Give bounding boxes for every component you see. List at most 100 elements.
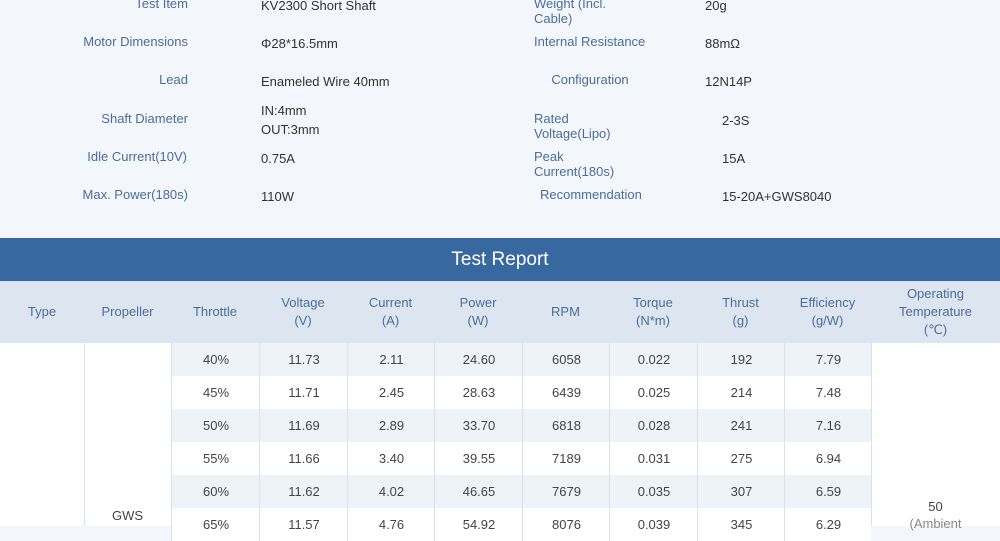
thrust-cell: 345 [697, 508, 785, 541]
column-header-throttle: Throttle [192, 304, 238, 319]
current-cell: 2.89 [347, 409, 435, 442]
spec-row: Motor Dimensions Φ28*16.5mm Internal Res… [0, 34, 1000, 54]
column-header-voltage: Voltage (V) [281, 295, 325, 328]
column-header-torque: Torque (N*m) [633, 295, 673, 328]
table-row: 40% 11.73 2.11 24.60 6058 0.022 192 7.79 [171, 343, 871, 376]
thrust-cell: 307 [697, 475, 785, 508]
thrust-cell: 214 [697, 376, 785, 409]
torque-cell: 0.039 [609, 508, 698, 541]
throttle-cell: 65% [171, 508, 260, 541]
voltage-cell: 11.73 [259, 343, 348, 376]
temperature-note: (Ambient [909, 516, 962, 531]
spec-label: Weight (Incl. Cable) [534, 0, 607, 26]
power-cell: 39.55 [434, 442, 523, 475]
column-header-thrust: Thrust (g) [722, 295, 759, 328]
spec-label: Max. Power(180s) [82, 187, 188, 202]
spec-label: Internal Resistance [534, 34, 646, 49]
spec-value: IN:4mm OUT:3mm [261, 103, 320, 137]
current-cell: 4.02 [347, 475, 435, 508]
spec-value: 15A [722, 151, 746, 166]
efficiency-cell: 6.59 [784, 475, 872, 508]
torque-cell: 0.035 [609, 475, 698, 508]
rpm-cell: 6058 [522, 343, 610, 376]
spec-value: 110W [261, 189, 294, 204]
voltage-cell: 11.69 [259, 409, 348, 442]
table-row: 50% 11.69 2.89 33.70 6818 0.028 241 7.16 [171, 409, 871, 442]
thrust-cell: 241 [697, 409, 785, 442]
spec-value: Φ28*16.5mm [261, 36, 338, 51]
spec-label: Test Item [135, 0, 188, 11]
voltage-cell: 11.66 [259, 442, 348, 475]
torque-cell: 0.031 [609, 442, 698, 475]
throttle-cell: 55% [171, 442, 260, 475]
spec-label: Idle Current(10V) [87, 149, 187, 164]
specifications-panel: Test Item KV2300 Short Shaft Weight (Inc… [0, 0, 1000, 238]
thrust-cell: 192 [697, 343, 785, 376]
current-cell: 3.40 [347, 442, 435, 475]
spec-value: 15-20A+GWS8040 [722, 189, 832, 204]
table-row: 65% 11.57 4.76 54.92 8076 0.039 345 6.29 [171, 508, 871, 541]
torque-cell: 0.028 [609, 409, 698, 442]
spec-row: Max. Power(180s) 110W Recommendation 15-… [0, 187, 1000, 207]
column-divider [84, 343, 85, 526]
spec-label: Motor Dimensions [83, 34, 188, 49]
power-cell: 24.60 [434, 343, 523, 376]
column-header-efficiency: Efficiency (g/W) [799, 295, 856, 328]
rpm-cell: 8076 [522, 508, 610, 541]
spec-label: Peak Current(180s) [534, 149, 615, 179]
table-row: 55% 11.66 3.40 39.55 7189 0.031 275 6.94 [171, 442, 871, 475]
spec-value: 12N14P [705, 74, 752, 89]
efficiency-cell: 7.16 [784, 409, 872, 442]
torque-cell: 0.025 [609, 376, 698, 409]
test-report-banner: Test Report [0, 238, 1000, 281]
section-title: Test Report [451, 249, 549, 270]
table-row: 45% 11.71 2.45 28.63 6439 0.025 214 7.48 [171, 376, 871, 409]
column-header-current: Current (A) [368, 295, 413, 328]
throttle-cell: 45% [171, 376, 260, 409]
voltage-cell: 11.62 [259, 475, 348, 508]
column-header-power: Power (W) [459, 295, 497, 328]
spec-label: Shaft Diameter [101, 111, 188, 126]
throttle-cell: 60% [171, 475, 260, 508]
column-header-propeller: Propeller [101, 304, 154, 319]
spec-row: Test Item KV2300 Short Shaft Weight (Inc… [0, 0, 1000, 26]
throttle-cell: 50% [171, 409, 260, 442]
power-cell: 33.70 [434, 409, 523, 442]
power-cell: 28.63 [434, 376, 523, 409]
spec-value: Enameled Wire 40mm [261, 74, 390, 89]
efficiency-cell: 7.79 [784, 343, 872, 376]
rpm-cell: 7679 [522, 475, 610, 508]
spec-label: Lead [159, 72, 188, 87]
spec-row: Shaft Diameter IN:4mm OUT:3mm Rated Volt… [0, 101, 1000, 141]
thrust-cell: 275 [697, 442, 785, 475]
spec-value: 0.75A [261, 151, 295, 166]
spec-row: Idle Current(10V) 0.75A Peak Current(180… [0, 149, 1000, 179]
current-cell: 4.76 [347, 508, 435, 541]
spec-label: Rated Voltage(Lipo) [534, 111, 611, 141]
spec-row: Lead Enameled Wire 40mm Configuration 12… [0, 72, 1000, 92]
efficiency-cell: 6.94 [784, 442, 872, 475]
voltage-cell: 11.71 [259, 376, 348, 409]
voltage-cell: 11.57 [259, 508, 348, 541]
throttle-cell: 40% [171, 343, 260, 376]
efficiency-cell: 7.48 [784, 376, 872, 409]
current-cell: 2.11 [347, 343, 435, 376]
current-cell: 2.45 [347, 376, 435, 409]
spec-label: Recommendation [540, 187, 642, 202]
efficiency-cell: 6.29 [784, 508, 872, 541]
spec-value: KV2300 Short Shaft [261, 0, 376, 13]
rpm-cell: 7189 [522, 442, 610, 475]
spec-value: 2-3S [722, 113, 750, 128]
spec-label: Configuration [551, 72, 629, 87]
spec-value: 20g [705, 0, 727, 13]
power-cell: 54.92 [434, 508, 523, 541]
power-cell: 46.65 [434, 475, 523, 508]
column-header-rpm: RPM [551, 304, 580, 319]
torque-cell: 0.022 [609, 343, 698, 376]
propeller-cell: GWS [111, 508, 144, 523]
column-header-type: Type [27, 304, 57, 319]
rpm-cell: 6818 [522, 409, 610, 442]
table-row: 60% 11.62 4.02 46.65 7679 0.035 307 6.59 [171, 475, 871, 508]
temperature-cell: 50 [928, 499, 943, 514]
column-header-temperature: Operating Temperature (℃) [899, 286, 972, 337]
